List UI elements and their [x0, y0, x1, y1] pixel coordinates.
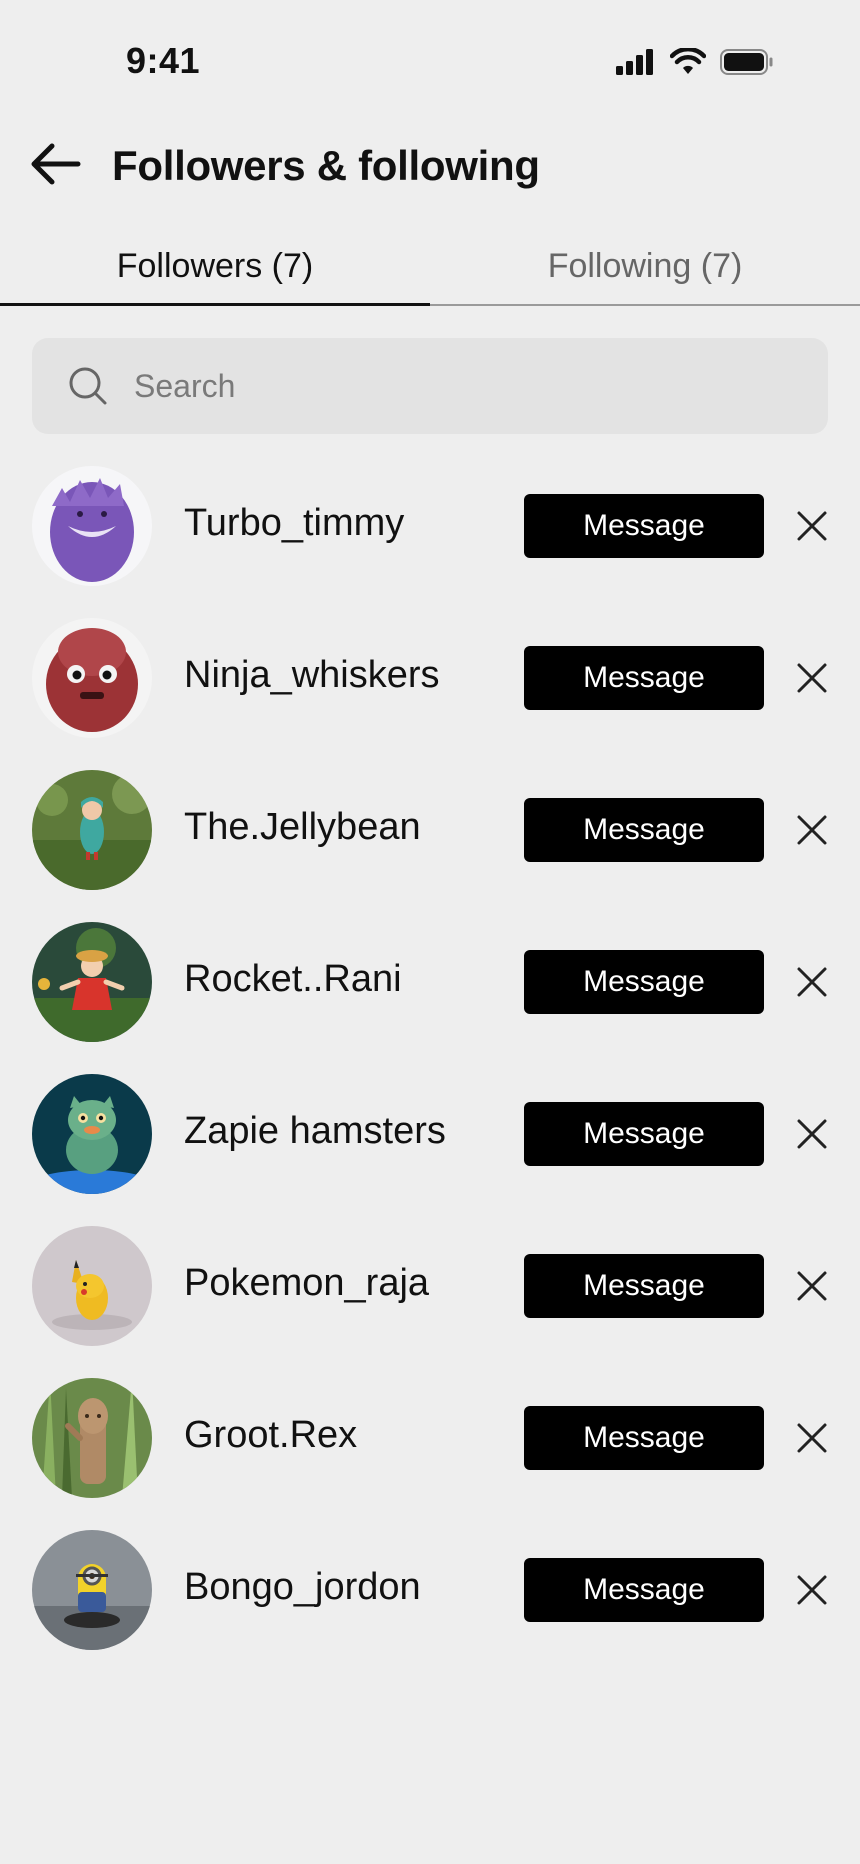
list-item: Zapie hamsters Message	[0, 1074, 860, 1194]
status-time: 9:41	[126, 40, 201, 81]
back-arrow-icon	[31, 143, 81, 185]
close-icon[interactable]	[796, 814, 828, 846]
close-icon[interactable]	[796, 1270, 828, 1302]
search-bar	[32, 338, 828, 434]
avatar[interactable]	[32, 1530, 152, 1650]
avatar[interactable]	[32, 922, 152, 1042]
message-button[interactable]: Message	[524, 646, 764, 710]
username[interactable]: Rocket..Rani	[184, 958, 402, 1001]
username[interactable]: Groot.Rex	[184, 1414, 357, 1457]
active-tab-indicator	[0, 303, 430, 306]
list-item: The.Jellybean Message	[0, 770, 860, 890]
message-button[interactable]: Message	[524, 1254, 764, 1318]
list-item: Turbo_timmy Message	[0, 466, 860, 586]
username[interactable]: Zapie hamsters	[184, 1110, 446, 1153]
avatar[interactable]	[32, 466, 152, 586]
page-title: Followers & following	[112, 142, 540, 189]
header: Followers & following	[0, 130, 860, 202]
tab-followers[interactable]: Followers (7)	[0, 236, 430, 306]
username[interactable]: Turbo_timmy	[184, 502, 404, 545]
list-item: Pokemon_raja Message	[0, 1226, 860, 1346]
message-button[interactable]: Message	[524, 494, 764, 558]
close-icon[interactable]	[796, 662, 828, 694]
status-icons	[616, 48, 774, 76]
close-icon[interactable]	[796, 1422, 828, 1454]
username[interactable]: Bongo_jordon	[184, 1566, 421, 1609]
avatar[interactable]	[32, 1378, 152, 1498]
battery-icon	[720, 49, 773, 75]
close-icon[interactable]	[796, 1118, 828, 1150]
search-input[interactable]	[134, 338, 794, 434]
followers-screen: 9:41 Followers & following Followers (7)…	[0, 0, 860, 1864]
close-icon[interactable]	[796, 966, 828, 998]
username[interactable]: Pokemon_raja	[184, 1262, 429, 1305]
message-button[interactable]: Message	[524, 1558, 764, 1622]
list-item: Bongo_jordon Message	[0, 1530, 860, 1650]
list-item: Groot.Rex Message	[0, 1378, 860, 1498]
message-button[interactable]: Message	[524, 798, 764, 862]
message-button[interactable]: Message	[524, 950, 764, 1014]
wifi-icon	[670, 48, 706, 74]
avatar[interactable]	[32, 770, 152, 890]
close-icon[interactable]	[796, 510, 828, 542]
list-item: Rocket..Rani Message	[0, 922, 860, 1042]
status-bar: 9:41	[0, 0, 860, 120]
tab-bar: Followers (7) Following (7)	[0, 236, 860, 306]
search-icon	[69, 367, 107, 405]
list-item: Ninja_whiskers Message	[0, 618, 860, 738]
message-button[interactable]: Message	[524, 1102, 764, 1166]
avatar[interactable]	[32, 618, 152, 738]
avatar[interactable]	[32, 1074, 152, 1194]
username[interactable]: Ninja_whiskers	[184, 654, 440, 697]
message-button[interactable]: Message	[524, 1406, 764, 1470]
cellular-signal-icon	[616, 49, 653, 75]
back-button[interactable]	[30, 142, 82, 186]
tab-following[interactable]: Following (7)	[430, 236, 860, 306]
username[interactable]: The.Jellybean	[184, 806, 421, 849]
close-icon[interactable]	[796, 1574, 828, 1606]
avatar[interactable]	[32, 1226, 152, 1346]
